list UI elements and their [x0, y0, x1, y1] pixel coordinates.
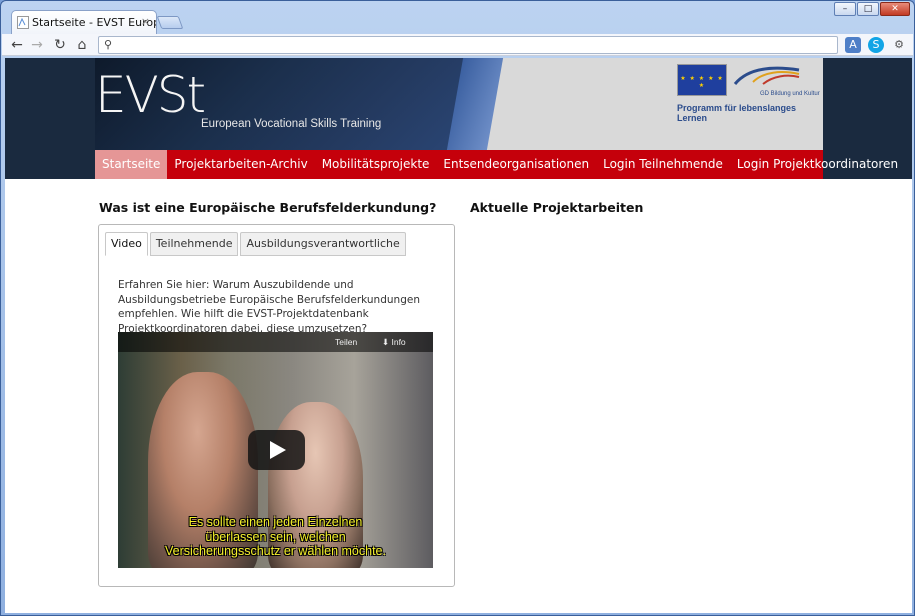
- home-icon[interactable]: ⌂: [73, 36, 91, 54]
- tab-ausbildungsverantwortliche[interactable]: Ausbildungsverantwortliche: [240, 232, 406, 256]
- reload-icon[interactable]: ↻: [51, 36, 69, 54]
- play-icon[interactable]: [248, 430, 305, 470]
- maximize-button[interactable]: □: [857, 2, 879, 16]
- eu-flag-icon: ★ ★ ★ ★ ★ ★: [677, 64, 727, 96]
- tab-title: Startseite - EVST European: [32, 16, 156, 29]
- video-subtitles: Es sollte einen jeden Einzelnen überlass…: [118, 515, 433, 559]
- gd-label: GD Bildung und Kultur: [760, 91, 820, 97]
- section-title-right: Aktuelle Projektarbeiten: [470, 200, 644, 215]
- page-favicon-icon: [17, 16, 29, 29]
- nav-item-projektarbeiten-archiv[interactable]: Projektarbeiten-Archiv: [167, 150, 314, 179]
- minimize-button[interactable]: –: [834, 2, 856, 16]
- nav-item-mobilitaetsprojekte[interactable]: Mobilitätsprojekte: [315, 150, 437, 179]
- tab-video[interactable]: Video: [105, 232, 148, 256]
- tab-teilnehmende[interactable]: Teilnehmende: [149, 232, 239, 256]
- skype-icon[interactable]: S: [868, 37, 884, 53]
- subtitle-line-1: Es sollte einen jeden Einzelnen: [188, 515, 363, 529]
- evst-logo[interactable]: EVSt: [95, 66, 206, 124]
- nav-item-login-projektkoordinatoren[interactable]: Login Projektkoordinatoren: [730, 150, 905, 179]
- video-player[interactable]: Teilen ⬇ Info Es sollte einen jeden Einz…: [118, 332, 433, 568]
- page-viewport: EVSt European Vocational Skills Training…: [5, 58, 912, 613]
- forward-icon[interactable]: →: [28, 36, 46, 54]
- nav-item-login-teilnehmende[interactable]: Login Teilnehmende: [596, 150, 730, 179]
- tab-bar: Video Teilnehmende Ausbildungsverantwort…: [105, 232, 406, 256]
- section-title-left: Was ist eine Europäische Berufsfelderkun…: [99, 200, 437, 215]
- browser-window: Startseite - EVST European × – □ ✕ ← → ↻…: [0, 0, 915, 616]
- program-label: Programm für lebenslanges Lernen: [677, 103, 797, 123]
- browser-tab[interactable]: Startseite - EVST European ×: [11, 10, 157, 34]
- nav-item-startseite[interactable]: Startseite: [95, 150, 168, 179]
- wrench-icon[interactable]: ⚙: [891, 37, 907, 53]
- video-info-button[interactable]: ⬇ Info: [382, 337, 406, 348]
- logo-subtitle: European Vocational Skills Training: [201, 118, 382, 130]
- eu-stars: ★ ★ ★ ★ ★ ★: [680, 75, 724, 89]
- search-icon: ⚲: [104, 38, 113, 51]
- nav-item-entsendeorganisationen[interactable]: Entsendeorganisationen: [436, 150, 596, 179]
- browser-toolbar: ← → ↻ ⌂ ⚲ A S ⚙: [2, 34, 913, 56]
- back-icon[interactable]: ←: [8, 36, 26, 54]
- window-controls: – □ ✕: [834, 2, 910, 16]
- translate-icon[interactable]: A: [845, 37, 861, 53]
- address-bar[interactable]: ⚲: [98, 36, 838, 54]
- main-nav: Startseite Projektarbeiten-Archiv Mobili…: [95, 150, 898, 179]
- video-description: Erfahren Sie hier: Warum Auszubildende u…: [118, 279, 420, 335]
- title-bar: Startseite - EVST European × – □ ✕: [1, 1, 914, 34]
- close-window-button[interactable]: ✕: [880, 2, 910, 16]
- header-banner: EVSt European Vocational Skills Training…: [95, 58, 823, 150]
- tab-close-icon[interactable]: ×: [141, 15, 150, 28]
- info-tabs-panel: Video Teilnehmende Ausbildungsverantwort…: [98, 224, 455, 587]
- subtitle-line-2: überlassen sein, welchen: [205, 529, 346, 544]
- gd-swoosh-icon: [733, 66, 800, 86]
- new-tab-button[interactable]: [156, 16, 184, 29]
- video-info-label: Info: [391, 337, 406, 347]
- video-share-button[interactable]: Teilen: [335, 337, 357, 347]
- subtitle-line-3: Versicherungsschutz er wählen möchte.: [165, 544, 386, 558]
